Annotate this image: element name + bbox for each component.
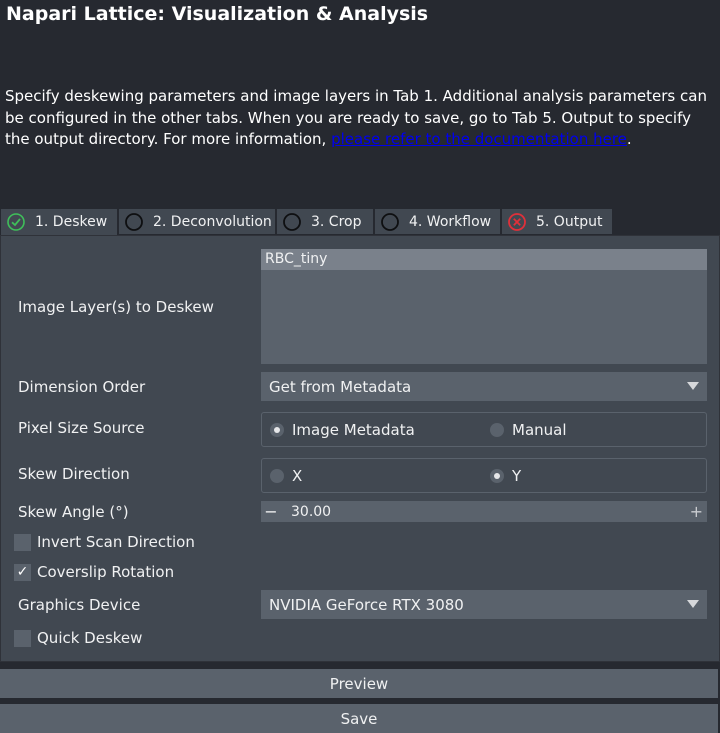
invert-scan-checkbox[interactable]: Invert Scan Direction — [14, 533, 195, 551]
tab-label: 2. Deconvolution — [153, 213, 272, 230]
documentation-link[interactable]: please refer to the documentation here — [331, 130, 627, 148]
radio-label: X — [292, 467, 303, 485]
image-layers-list[interactable]: RBC_tiny — [261, 249, 707, 364]
quick-deskew-checkbox[interactable]: Quick Deskew — [14, 629, 142, 647]
skew-direction-y[interactable]: Y — [490, 467, 521, 485]
graphics-device-value: NVIDIA GeForce RTX 3080 — [269, 595, 464, 614]
skew-angle-label: Skew Angle (°) — [18, 503, 129, 521]
radio-unselected-icon — [490, 423, 504, 437]
dimension-order-value: Get from Metadata — [269, 377, 412, 396]
checkbox-unchecked-icon — [14, 533, 31, 551]
check-circle-icon — [7, 213, 25, 231]
dimension-order-select[interactable]: Get from Metadata — [261, 372, 707, 401]
empty-circle-icon — [283, 212, 301, 231]
minus-icon[interactable]: − — [261, 502, 281, 521]
radio-label: Image Metadata — [292, 421, 415, 439]
pixel-size-group: Image Metadata Manual — [261, 412, 707, 447]
skew-direction-x[interactable]: X — [270, 467, 302, 485]
dimension-order-label: Dimension Order — [18, 378, 146, 396]
tab-deconvolution[interactable]: 2. Deconvolution — [118, 208, 276, 235]
image-layers-label: Image Layer(s) to Deskew — [18, 298, 214, 316]
plus-icon[interactable]: + — [690, 502, 703, 521]
radio-label: Manual — [512, 421, 567, 439]
radio-label: Y — [512, 467, 522, 485]
chevron-down-icon — [687, 382, 699, 390]
pixel-size-manual[interactable]: Manual — [490, 421, 567, 439]
app-title: Napari Lattice: Visualization & Analysis — [6, 3, 429, 25]
skew-direction-group: X Y — [261, 458, 707, 493]
checkbox-unchecked-icon — [14, 629, 31, 647]
checkbox-label: Invert Scan Direction — [37, 533, 195, 551]
tab-label: 1. Deskew — [35, 214, 108, 230]
checkbox-label: Coverslip Rotation — [37, 563, 175, 581]
skew-angle-spinbox[interactable]: − 30.00 + — [261, 501, 707, 522]
graphics-device-select[interactable]: NVIDIA GeForce RTX 3080 — [261, 590, 707, 619]
checkmark-icon: ✓ — [14, 563, 31, 581]
error-circle-icon — [508, 212, 526, 231]
checkbox-label: Quick Deskew — [37, 629, 143, 647]
skew-direction-label: Skew Direction — [18, 465, 130, 483]
empty-circle-icon — [381, 212, 399, 231]
radio-selected-icon — [490, 469, 504, 483]
tab-output[interactable]: 5. Output — [501, 208, 613, 235]
chevron-down-icon — [687, 600, 699, 608]
skew-angle-value: 30.00 — [291, 503, 332, 520]
coverslip-rotation-checkbox[interactable]: ✓ Coverslip Rotation — [14, 563, 174, 581]
tab-label: 5. Output — [536, 213, 603, 230]
tab-bar: 1. Deskew 2. Deconvolution 3. Crop 4. Wo… — [0, 208, 720, 235]
save-button[interactable]: Save — [0, 704, 718, 733]
pixel-size-image-metadata[interactable]: Image Metadata — [270, 421, 415, 439]
radio-selected-icon — [270, 423, 284, 437]
radio-unselected-icon — [270, 469, 284, 483]
pixel-size-label: Pixel Size Source — [18, 419, 145, 437]
tab-label: 4. Workflow — [409, 213, 492, 230]
list-item[interactable]: RBC_tiny — [261, 249, 707, 270]
preview-button[interactable]: Preview — [0, 669, 718, 698]
empty-circle-icon — [125, 212, 143, 231]
tab-crop[interactable]: 3. Crop — [276, 208, 374, 235]
description-end: . — [626, 130, 632, 148]
graphics-device-label: Graphics Device — [18, 596, 141, 614]
tab-workflow[interactable]: 4. Workflow — [374, 208, 501, 235]
tab-deskew[interactable]: 1. Deskew — [0, 208, 118, 235]
description-text: Specify deskewing parameters and image l… — [5, 86, 715, 151]
tab-label: 3. Crop — [311, 213, 362, 230]
